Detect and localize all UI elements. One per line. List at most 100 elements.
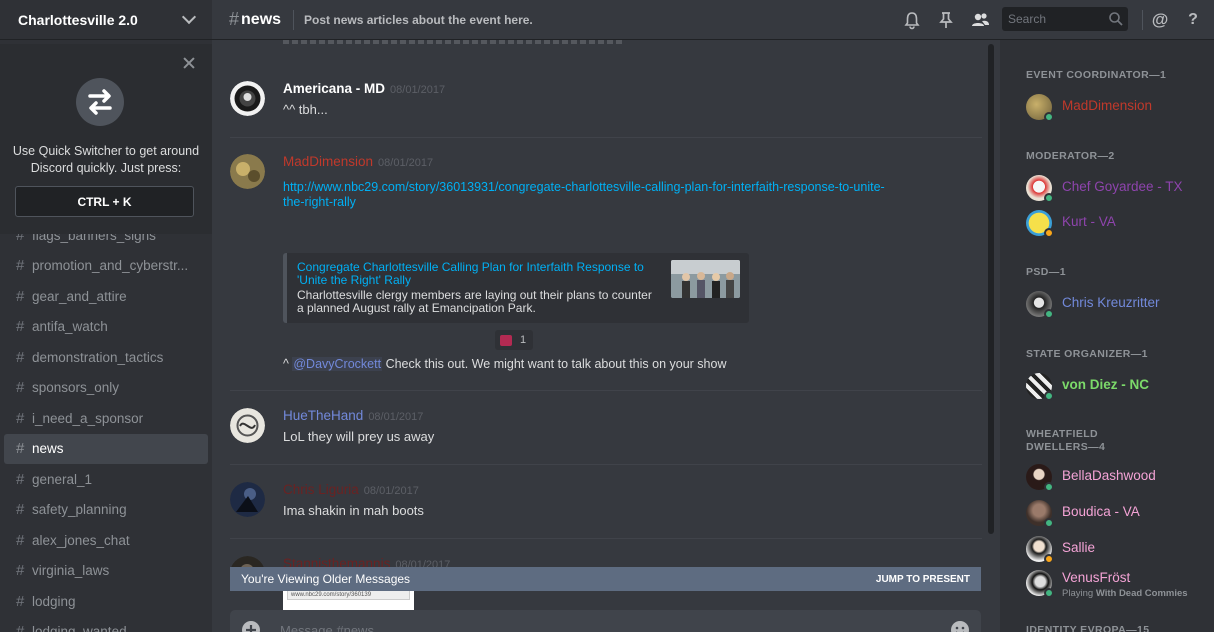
- hash-icon: #: [16, 257, 25, 275]
- channel-title: # news: [212, 9, 281, 30]
- message-divider: [230, 538, 982, 539]
- link-embed: Congregate Charlottesville Calling Plan …: [283, 253, 749, 323]
- member-item[interactable]: VenusFröst Playing With Dead Commies: [1026, 570, 1206, 604]
- hash-icon: #: [16, 287, 25, 305]
- channel-item[interactable]: # sponsors_only: [4, 373, 208, 404]
- channel-name: news: [241, 10, 282, 28]
- channel-label: lodging_wanted: [32, 624, 127, 632]
- help-icon[interactable]: ?: [1183, 10, 1203, 30]
- embed-thumbnail[interactable]: [671, 260, 740, 298]
- activity-prefix: Playing: [1062, 588, 1094, 599]
- bell-icon[interactable]: [902, 10, 922, 30]
- message-timestamp: 08/01/2017: [368, 411, 424, 423]
- status-online-indicator: [1044, 391, 1054, 401]
- message-header: MadDimension 08/01/2017: [283, 154, 433, 169]
- cut-off-message-text: [283, 40, 623, 44]
- hash-icon: #: [16, 440, 25, 458]
- hash-icon: #: [16, 318, 25, 336]
- channel-label: general_1: [32, 471, 93, 487]
- members-icon[interactable]: [970, 10, 990, 30]
- message-divider: [230, 390, 982, 391]
- role-header: STATE ORGANIZER—1: [1026, 348, 1148, 360]
- channel-item[interactable]: # promotion_and_cyberstr...: [4, 251, 208, 282]
- link-line-1[interactable]: http://www.nbc29.com/story/36013931/cong…: [283, 180, 885, 194]
- at-icon[interactable]: @: [1150, 10, 1170, 30]
- member-name: Sallie: [1062, 540, 1096, 555]
- member-item[interactable]: von Diez - NC: [1026, 373, 1206, 403]
- avatar[interactable]: [230, 154, 265, 189]
- embed-title[interactable]: Congregate Charlottesville Calling Plan …: [297, 261, 657, 286]
- user-mention[interactable]: @DavyCrockett: [292, 357, 383, 371]
- channel-label: lodging: [32, 593, 76, 609]
- reaction-button[interactable]: 1: [495, 330, 533, 350]
- channel-item[interactable]: # safety_planning: [4, 495, 208, 526]
- channel-header: # news Post news articles about the even…: [212, 0, 1214, 40]
- message-link[interactable]: http://www.nbc29.com/story/36013931/cong…: [283, 180, 885, 209]
- member-name: VenusFröst: [1062, 570, 1131, 585]
- channel-item[interactable]: # i_need_a_sponsor: [4, 403, 208, 434]
- member-item[interactable]: MadDimension: [1026, 94, 1206, 124]
- channel-label: promotion_and_cyberstr...: [32, 258, 189, 274]
- shortcut-key-button[interactable]: CTRL + K: [15, 186, 194, 217]
- avatar[interactable]: [230, 482, 265, 517]
- status-online-indicator: [1044, 309, 1054, 319]
- channel-item[interactable]: # virginia_laws: [4, 556, 208, 587]
- member-item[interactable]: Boudica - VA: [1026, 500, 1206, 530]
- message-author[interactable]: HueTheHand: [283, 408, 363, 423]
- close-icon[interactable]: [182, 56, 196, 70]
- member-name: Boudica - VA: [1062, 504, 1140, 519]
- channel-item[interactable]: # alex_jones_chat: [4, 525, 208, 556]
- member-item[interactable]: Sallie: [1026, 536, 1206, 566]
- message-composer: [230, 610, 981, 632]
- member-name: MadDimension: [1062, 98, 1153, 113]
- hash-icon: #: [16, 531, 25, 549]
- message-text: ^ @DavyCrockett Check this out. We might…: [283, 357, 726, 371]
- search-icon[interactable]: [1108, 11, 1124, 27]
- role-header: MODERATOR—2: [1026, 150, 1115, 162]
- member-item[interactable]: BellaDashwood: [1026, 464, 1206, 494]
- link-line-2[interactable]: the-right-rally: [283, 195, 356, 209]
- message-author[interactable]: Americana - MD: [283, 81, 385, 96]
- member-item[interactable]: Kurt - VA: [1026, 210, 1206, 240]
- reaction-emoji-icon: [500, 334, 512, 346]
- channel-item[interactable]: # lodging_wanted: [4, 617, 208, 632]
- emoji-icon[interactable]: [950, 620, 970, 632]
- discord-app: Charlottesville 2.0 # flags_banners_signs…: [0, 0, 1214, 632]
- avatar[interactable]: [230, 81, 265, 116]
- hint-line-1: Use Quick Switcher to get around: [12, 144, 200, 158]
- channel-item[interactable]: # antifa_watch: [4, 312, 208, 343]
- server-header[interactable]: Charlottesville 2.0: [0, 0, 212, 40]
- message-header: Chris Liguria 08/01/2017: [283, 482, 419, 497]
- avatar[interactable]: [230, 408, 265, 443]
- channel-item[interactable]: # demonstration_tactics: [4, 342, 208, 373]
- channel-item[interactable]: # general_1: [4, 464, 208, 495]
- pin-icon[interactable]: [936, 10, 956, 30]
- channel-item-active[interactable]: # news: [4, 433, 208, 464]
- channel-label: virginia_laws: [32, 563, 110, 579]
- message-input[interactable]: [280, 619, 920, 632]
- member-item[interactable]: Chris Kreuzritter: [1026, 291, 1206, 321]
- status-idle-indicator: [1044, 554, 1054, 564]
- channel-item[interactable]: # gear_and_attire: [4, 281, 208, 312]
- hash-icon: #: [16, 562, 25, 580]
- chevron-down-icon[interactable]: [181, 9, 197, 25]
- message-author[interactable]: Chris Liguria: [283, 482, 359, 497]
- member-item[interactable]: Chef Goyardee - TX: [1026, 175, 1206, 205]
- status-idle-indicator: [1044, 228, 1054, 238]
- channel-label: news: [32, 441, 64, 457]
- hash-icon: #: [16, 409, 25, 427]
- member-name: BellaDashwood: [1062, 468, 1156, 483]
- upload-plus-icon[interactable]: [241, 620, 261, 632]
- channel-list: # flags_banners_signs # promotion_and_cybe…: [0, 220, 212, 632]
- status-online-indicator: [1044, 518, 1054, 528]
- embed-description: Charlottesville clergy members are layin…: [297, 288, 652, 315]
- hint-line-2: Discord quickly. Just press:: [30, 161, 182, 175]
- scrollbar-thumb[interactable]: [988, 44, 994, 534]
- member-name: Kurt - VA: [1062, 214, 1116, 229]
- channel-item[interactable]: # lodging: [4, 586, 208, 617]
- hash-icon: #: [16, 592, 25, 610]
- message-author[interactable]: MadDimension: [283, 154, 373, 169]
- channel-sidebar: Charlottesville 2.0 # flags_banners_signs…: [0, 0, 212, 632]
- jump-to-present-button[interactable]: JUMP TO PRESENT: [876, 574, 970, 585]
- older-messages-banner[interactable]: You're Viewing Older Messages JUMP TO PR…: [230, 567, 981, 591]
